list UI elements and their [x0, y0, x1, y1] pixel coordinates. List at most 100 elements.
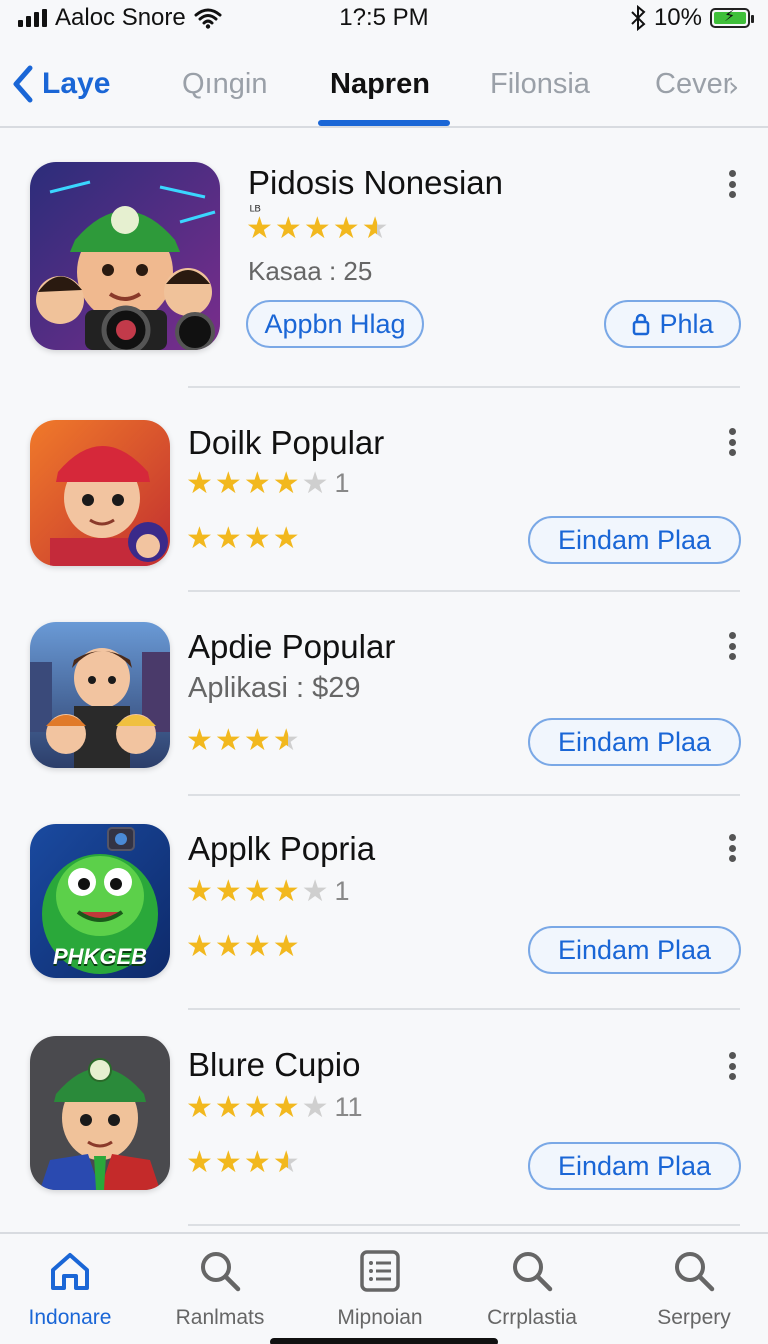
cartoon-boy-green-cap-image [30, 1036, 170, 1190]
button-label: Phla [659, 308, 714, 339]
star-icon: ★ [246, 211, 273, 246]
list-item[interactable]: Pidosis Nonesian ᴸᴮ ★ ★ ★ ★ ★ Kasaa : 25… [0, 130, 768, 388]
signal-icon [18, 9, 47, 27]
star-icon: ★ [243, 521, 271, 556]
star-icon: ★ [214, 929, 242, 964]
app-action-button[interactable]: Eindam Plaa [528, 516, 741, 564]
star-rating: ★ ★ ★ ★ ★ [246, 214, 389, 244]
star-icon: ★ [186, 873, 213, 909]
app-icon[interactable]: PHKGEB [30, 824, 170, 978]
tab-qingin[interactable]: Qıngin [182, 62, 267, 106]
star-icon: ★ [332, 211, 360, 246]
star-rating: ★ ★ ★ ★ ★ 11 [186, 1092, 363, 1123]
app-action-button[interactable]: Eindam Plaa [528, 1142, 741, 1190]
bottom-tab-mipnoian[interactable]: Mipnoian [304, 1248, 456, 1330]
more-options-icon[interactable] [722, 628, 742, 664]
search-icon [675, 1252, 715, 1292]
star-icon: ★ [243, 465, 271, 501]
chevron-left-icon [13, 65, 33, 103]
star-rating: ★ ★ ★ ★ [186, 726, 300, 756]
bluetooth-icon [631, 5, 646, 31]
app-primary-button[interactable]: Appbn Hlag [246, 300, 424, 348]
half-star-icon: ★ [361, 211, 389, 246]
bottom-tab-indonare[interactable]: Indonare [0, 1248, 146, 1330]
search-icon [201, 1252, 241, 1292]
list-item[interactable]: Blure Cupio ★ ★ ★ ★ ★ 11 ★ ★ ★ ★ Eindam … [0, 1010, 768, 1228]
top-tab-bar: Laye Qıngin Napren Filonsia Cever › [0, 40, 768, 128]
active-tab-indicator [318, 120, 450, 126]
home-indicator [270, 1338, 498, 1344]
bottom-tab-label: Ranlmats [175, 1306, 265, 1329]
app-title[interactable]: Doilk Popular [188, 424, 384, 462]
app-icon-label: PHKGEB [52, 944, 148, 969]
button-label: Eindam Plaa [557, 1150, 712, 1181]
more-options-icon[interactable] [722, 166, 742, 202]
rating-count: 1 [334, 468, 350, 498]
star-icon: ★ [186, 521, 213, 556]
app-lock-button[interactable]: Phla [604, 300, 741, 348]
star-empty-icon: ★ [301, 1089, 329, 1125]
tab-cever[interactable]: Cever [655, 62, 732, 106]
rating-count: 1 [334, 876, 350, 906]
bottom-tab-serpery[interactable]: Serpery [618, 1248, 768, 1330]
more-options-icon[interactable] [722, 424, 742, 460]
star-empty-icon: ★ [301, 465, 329, 501]
button-label: Eindam Plaa [557, 934, 712, 965]
cartoon-family-city-image [30, 622, 170, 768]
star-rating: ★ ★ ★ ★ ★ 1 [186, 876, 350, 907]
star-icon: ★ [214, 1089, 242, 1125]
app-action-button[interactable]: Eindam Plaa [528, 718, 741, 766]
star-icon: ★ [272, 873, 300, 909]
button-label: Appbn Hlag [264, 308, 406, 339]
app-title[interactable]: Blure Cupio [188, 1046, 360, 1084]
app-icon[interactable] [30, 1036, 170, 1190]
more-options-icon[interactable] [722, 830, 742, 866]
star-rating-secondary: ★ ★ ★ ★ [186, 1148, 300, 1178]
app-title[interactable]: Applk Popria [188, 830, 375, 868]
rating-count: 11 [334, 1092, 363, 1122]
half-star-icon: ★ [272, 723, 300, 758]
app-meta: Kasaa : 25 [248, 256, 373, 286]
list-item[interactable]: PHKGEB Applk Popria ★ ★ ★ ★ ★ 1 ★ ★ ★ ★ … [0, 796, 768, 1010]
star-icon: ★ [303, 211, 331, 246]
app-icon[interactable] [30, 622, 170, 768]
list-item[interactable]: Doilk Popular ★ ★ ★ ★ ★ 1 ★ ★ ★ ★ Eindam… [0, 388, 768, 592]
lock-icon [633, 313, 650, 336]
star-icon: ★ [186, 465, 213, 501]
star-icon: ★ [186, 1145, 213, 1180]
back-label: Laye [42, 67, 111, 100]
app-meta: Aplikasi : $29 [188, 672, 361, 704]
star-icon: ★ [272, 465, 300, 501]
bottom-tab-ranlmats[interactable]: Ranlmats [144, 1248, 296, 1330]
wifi-icon [194, 8, 222, 29]
star-rating-secondary: ★ ★ ★ ★ [186, 932, 300, 962]
half-star-icon: ★ [272, 1145, 300, 1180]
tab-filonsia[interactable]: Filonsia [490, 62, 590, 106]
app-list: Pidosis Nonesian ᴸᴮ ★ ★ ★ ★ ★ Kasaa : 25… [0, 130, 768, 1230]
battery-icon [710, 6, 754, 28]
star-icon: ★ [214, 1145, 242, 1180]
app-title[interactable]: Pidosis Nonesian [248, 164, 503, 202]
button-label: Eindam Plaa [557, 726, 712, 757]
back-button[interactable]: Laye [10, 60, 110, 108]
more-options-icon[interactable] [722, 1048, 742, 1084]
app-action-button[interactable]: Eindam Plaa [528, 926, 741, 974]
star-icon: ★ [186, 723, 213, 758]
cartoon-boy-red-cap-image [30, 420, 170, 566]
list-item[interactable]: Apdie Popular Aplikasi : $29 ★ ★ ★ ★ Ein… [0, 592, 768, 796]
star-icon: ★ [214, 465, 242, 501]
app-icon[interactable] [30, 162, 220, 350]
divider [188, 1224, 740, 1226]
search-icon [513, 1252, 553, 1292]
button-label: Eindam Plaa [557, 524, 712, 555]
app-icon[interactable] [30, 420, 170, 566]
bottom-tab-label: Indonare [28, 1306, 112, 1329]
tab-napren[interactable]: Napren [330, 62, 430, 106]
app-title[interactable]: Apdie Popular [188, 628, 395, 666]
bottom-tab-crrplastia[interactable]: Crrplastia [456, 1248, 608, 1330]
star-icon: ★ [186, 1089, 213, 1125]
chevron-right-icon[interactable]: › [728, 70, 739, 103]
status-bar: Aaloc Snore 1?:5 PM 10% [0, 0, 768, 36]
cartoon-kids-camera-image [30, 162, 220, 350]
star-icon: ★ [186, 929, 213, 964]
